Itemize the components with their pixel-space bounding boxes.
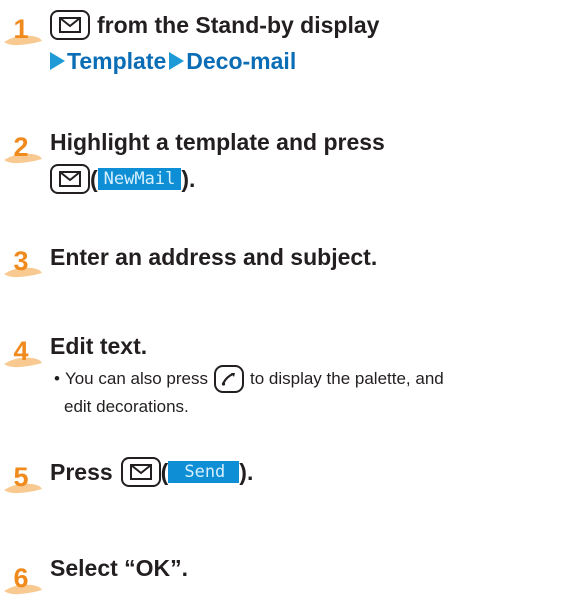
softkey-send: Send xyxy=(168,461,240,483)
step-3-text: Enter an address and subject. xyxy=(50,244,378,270)
step-2-text: Highlight a template and press xyxy=(50,129,385,155)
step-number: 1 xyxy=(13,14,29,44)
step-5-text: Press xyxy=(50,459,113,485)
step-2-line-1: Highlight a template and press xyxy=(50,127,385,157)
mail-key-icon xyxy=(120,457,161,487)
step-1-line-1: from the Stand-by display xyxy=(50,10,379,40)
step-number: 4 xyxy=(13,336,29,366)
step-number: 2 xyxy=(13,132,29,162)
triangle-right-icon xyxy=(50,52,65,70)
menu-path: Template Deco-mail xyxy=(50,46,296,76)
step-4-line-1: Edit text. xyxy=(50,331,147,361)
open-paren: ( xyxy=(90,166,98,192)
pen-key-icon xyxy=(213,365,244,393)
menu-item-template: Template xyxy=(67,48,167,74)
step-number: 5 xyxy=(13,462,29,492)
note-part-2: to display the palette, and xyxy=(249,369,444,388)
step-number-badge: 2 xyxy=(2,130,42,166)
mail-key-icon xyxy=(50,10,90,40)
close-paren: ). xyxy=(239,459,254,485)
note-line-2: edit decorations. xyxy=(64,397,189,416)
step-4-note-line-2: edit decorations. xyxy=(64,394,189,420)
step-5-line-1: Press ( Send ). xyxy=(50,457,253,487)
step-number-badge: 3 xyxy=(2,244,42,280)
step-4-text: Edit text. xyxy=(50,333,148,359)
step-number-badge: 6 xyxy=(2,561,42,597)
menu-item-deco-mail: Deco-mail xyxy=(186,48,297,74)
bullet: • xyxy=(54,369,60,388)
open-paren: ( xyxy=(160,459,169,485)
step-number-badge: 1 xyxy=(2,12,42,48)
step-number-badge: 4 xyxy=(2,334,42,370)
step-6-line-1: Select “OK”. xyxy=(50,553,188,583)
step-2-line-2: ( NewMail ). xyxy=(50,164,195,194)
softkey-newmail: NewMail xyxy=(97,168,182,190)
step-number-badge: 5 xyxy=(2,460,42,496)
step-number: 3 xyxy=(13,246,29,276)
mail-key-icon xyxy=(50,164,90,194)
step-number: 6 xyxy=(13,563,29,593)
triangle-right-icon xyxy=(169,52,185,70)
step-6-text: Select “OK”. xyxy=(50,555,189,581)
note-part-1: You can also press xyxy=(64,369,208,388)
step-4-note-line-1: • You can also press to display the pale… xyxy=(54,365,444,393)
close-paren: ). xyxy=(181,166,196,192)
step-3-line-1: Enter an address and subject. xyxy=(50,242,377,272)
step-1-text: from the Stand-by display xyxy=(97,12,380,38)
